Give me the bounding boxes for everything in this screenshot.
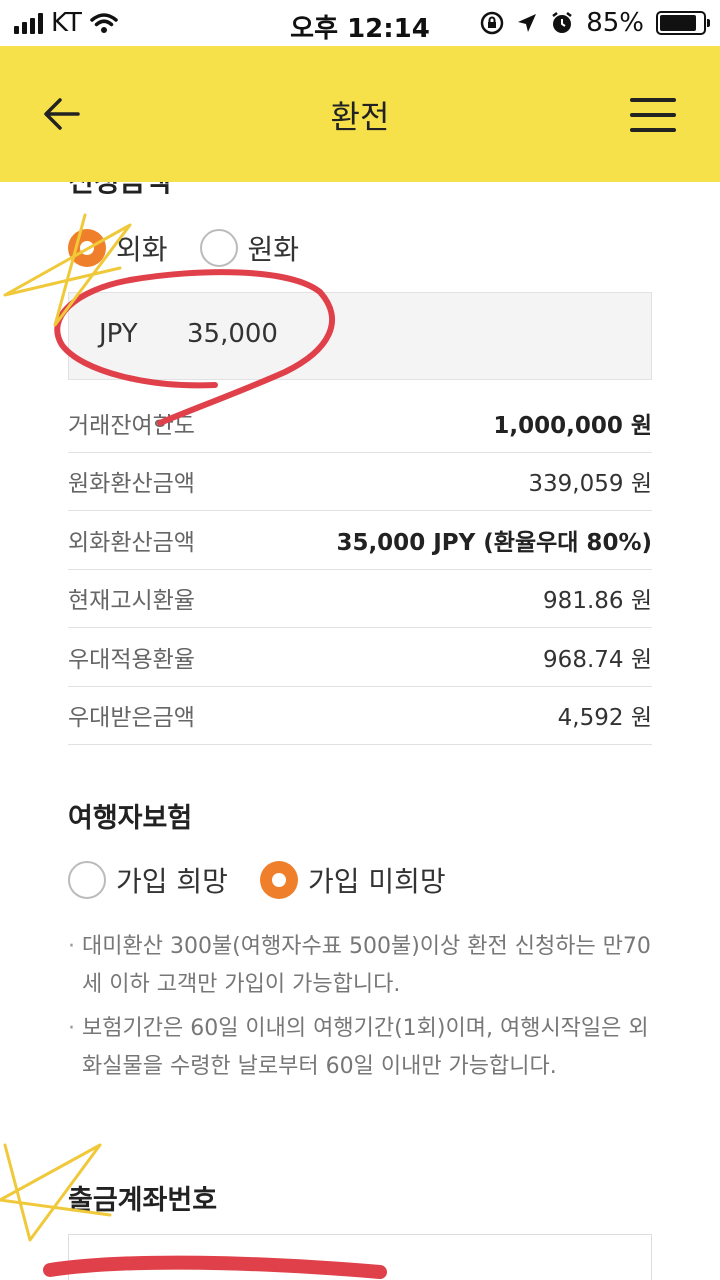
- app-header: 환전: [0, 46, 720, 182]
- info-label: 우대적용환율: [68, 646, 195, 673]
- info-row: 외화환산금액 35,000 JPY (환율우대 80%): [68, 511, 652, 570]
- status-right: 85%: [480, 8, 710, 38]
- hamburger-menu-icon: [630, 98, 676, 102]
- info-value: 1,000,000 원: [493, 412, 652, 439]
- battery-level: [660, 15, 696, 31]
- page-title: 환전: [330, 98, 390, 136]
- info-label: 외화환산금액: [68, 529, 195, 556]
- info-value: 339,059 원: [528, 471, 652, 498]
- info-label: 원화환산금액: [68, 471, 195, 498]
- info-label: 현재고시환율: [68, 588, 195, 615]
- radio-insurance-yes[interactable]: [68, 861, 106, 899]
- insurance-radio-group: 가입 희망 가입 미희망: [68, 860, 478, 900]
- radio-insurance-yes-label[interactable]: 가입 희망: [116, 860, 228, 900]
- account-number-field[interactable]: [68, 1234, 652, 1280]
- amount-type-radio-group: 외화 원화: [68, 228, 331, 268]
- exchange-form: 신청금액 외화 원화 JPY 35,000 거래잔여한도 1,000,000 원…: [0, 182, 720, 1280]
- account-section-title: 출금계좌번호: [68, 1185, 218, 1216]
- alarm-icon: [552, 12, 572, 33]
- radio-insurance-no-label[interactable]: 가입 미희망: [308, 860, 446, 900]
- info-label: 우대받은금액: [68, 705, 195, 732]
- radio-foreign-currency[interactable]: [68, 229, 106, 267]
- info-row: 거래잔여한도 1,000,000 원: [68, 394, 652, 453]
- note-item: 대미환산 300불(여행자수표 500불)이상 환전 신청하는 만70세 이하 …: [68, 928, 658, 1004]
- info-value: 35,000 JPY (환율우대 80%): [336, 529, 652, 556]
- amount-input[interactable]: JPY 35,000: [68, 292, 652, 380]
- info-row: 원화환산금액 339,059 원: [68, 453, 652, 511]
- amount-section-title: 신청금액: [68, 182, 171, 200]
- radio-foreign-currency-label[interactable]: 외화: [116, 228, 168, 268]
- currency-code[interactable]: JPY: [99, 319, 138, 349]
- exchange-info-table: 거래잔여한도 1,000,000 원 원화환산금액 339,059 원 외화환산…: [68, 394, 652, 745]
- info-row: 현재고시환율 981.86 원: [68, 570, 652, 628]
- info-value: 981.86 원: [543, 588, 652, 615]
- insurance-section-title: 여행자보험: [68, 803, 193, 834]
- radio-won-label[interactable]: 원화: [248, 228, 300, 268]
- radio-insurance-no[interactable]: [259, 861, 298, 899]
- rotation-lock-icon: [480, 11, 504, 35]
- info-row: 우대적용환율 968.74 원: [68, 628, 652, 687]
- radio-won[interactable]: [199, 229, 238, 267]
- info-value: 968.74 원: [543, 646, 652, 673]
- status-bar: KT 오후 12:14 85%: [0, 0, 720, 46]
- menu-button[interactable]: [630, 98, 676, 132]
- note-item: 보험기간은 60일 이내의 여행기간(1회)이며, 여행시작일은 외화실물을 수…: [68, 1010, 658, 1086]
- location-icon: [518, 14, 537, 32]
- info-row: 우대받은금액 4,592 원: [68, 687, 652, 745]
- battery-icon: [656, 11, 710, 35]
- amount-value[interactable]: 35,000: [187, 319, 278, 349]
- battery-percent: 85%: [586, 8, 644, 38]
- info-value: 4,592 원: [557, 705, 652, 732]
- insurance-notes: 대미환산 300불(여행자수표 500불)이상 환전 신청하는 만70세 이하 …: [68, 928, 658, 1092]
- info-label: 거래잔여한도: [68, 412, 195, 439]
